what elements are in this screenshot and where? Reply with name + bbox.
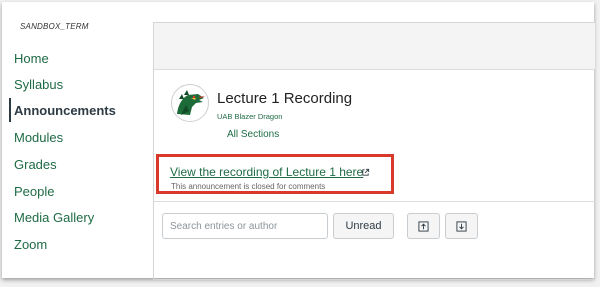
course-sidebar: SANDBOX_TERM Home Syllabus Announcements…: [2, 2, 152, 278]
author-avatar[interactable]: [171, 84, 209, 122]
sidebar-item-syllabus[interactable]: Syllabus: [14, 77, 63, 92]
app-window: SANDBOX_TERM Home Syllabus Announcements…: [2, 2, 595, 280]
announcement-title: Lecture 1 Recording: [217, 90, 353, 107]
collapse-all-button[interactable]: [407, 213, 440, 239]
sidebar-item-people[interactable]: People: [14, 184, 54, 199]
sidebar-item-grades[interactable]: Grades: [14, 157, 57, 172]
sections-label: All Sections: [227, 129, 280, 140]
search-input[interactable]: [162, 213, 328, 239]
term-label: SANDBOX_TERM: [20, 22, 89, 31]
active-indicator: [9, 98, 11, 122]
sidebar-item-media-gallery[interactable]: Media Gallery: [14, 210, 94, 225]
collapse-all-icon: [418, 220, 429, 232]
sidebar-item-announcements[interactable]: Announcements: [14, 103, 116, 118]
recording-link[interactable]: View the recording of Lecture 1 here: [170, 165, 363, 179]
sidebar-item-zoom[interactable]: Zoom: [14, 237, 47, 252]
sidebar-item-home[interactable]: Home: [14, 51, 49, 66]
unread-button[interactable]: Unread: [333, 213, 394, 239]
announcement-panel: Lecture 1 Recording UAB Blazer Dragon Al…: [153, 22, 595, 280]
divider: [154, 201, 595, 202]
dragon-avatar-icon: [177, 90, 205, 115]
header-bar: [154, 23, 595, 70]
closed-comments-note: This announcement is closed for comments: [171, 182, 326, 191]
expand-all-icon: [456, 220, 467, 232]
sidebar-item-modules[interactable]: Modules: [14, 130, 63, 145]
author-name[interactable]: UAB Blazer Dragon: [217, 112, 282, 121]
expand-all-button[interactable]: [445, 213, 478, 239]
external-link-icon[interactable]: [361, 168, 370, 177]
